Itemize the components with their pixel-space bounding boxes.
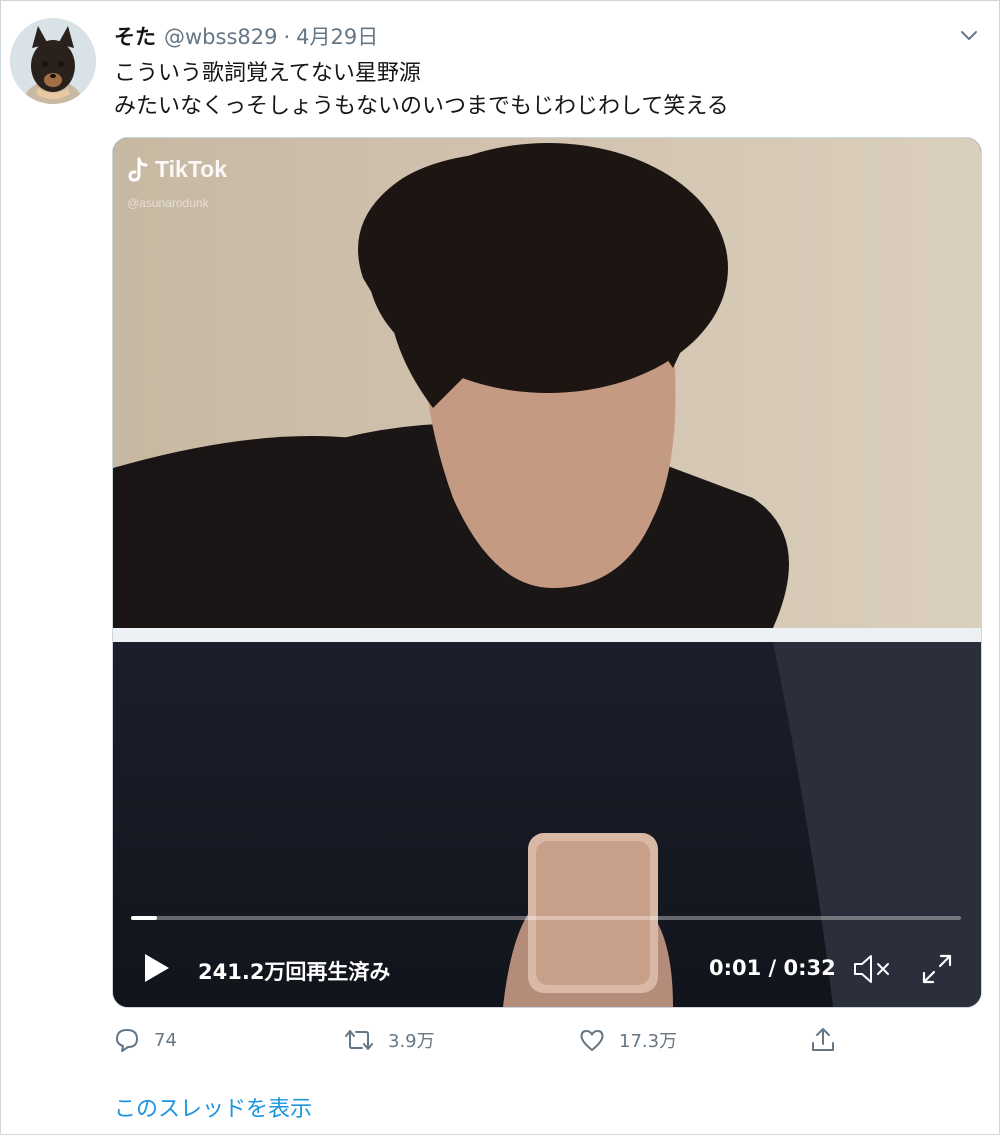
tweet-card: そた @wbss829 · 4月29日 こういう歌詞覚えてない星野源 みたいなく…: [0, 0, 1000, 1135]
tiktok-username: @asunarodunk: [127, 196, 209, 210]
like-count: 17.3万: [619, 1031, 678, 1052]
video-frame: [113, 138, 981, 1007]
reply-icon: [116, 1029, 138, 1052]
mute-icon[interactable]: [851, 952, 895, 986]
tweet-actions: 74 3.9万 17.3万: [1, 1026, 1000, 1062]
fullscreen-icon[interactable]: [919, 951, 955, 987]
tweet-text-line: みたいなくっそしょうもないのいつまでもじわじわして笑える: [114, 94, 729, 119]
tweet-text: こういう歌詞覚えてない星野源 みたいなくっそしょうもないのいつまでもじわじわして…: [114, 57, 974, 123]
retweet-icon: [345, 1030, 373, 1050]
show-thread-link[interactable]: このスレッドを表示: [114, 1091, 312, 1123]
video-progress-fill: [131, 916, 157, 920]
tiktok-brand: TikTok: [155, 156, 227, 182]
tweet-header: そた @wbss829 · 4月29日: [114, 21, 378, 53]
avatar-image: [10, 18, 96, 104]
share-button[interactable]: [809, 1026, 837, 1054]
video-progress-bar[interactable]: [131, 916, 961, 920]
tiktok-logo-icon: [128, 157, 148, 182]
retweet-count: 3.9万: [388, 1031, 435, 1052]
retweet-button[interactable]: 3.9万: [343, 1026, 435, 1054]
video-player[interactable]: TikTok @asunarodunk 241.2万回再生済み 0:01 / 0…: [112, 137, 982, 1008]
author-name[interactable]: そた: [114, 21, 156, 51]
play-icon[interactable]: [139, 951, 173, 985]
tiktok-watermark: TikTok: [127, 156, 227, 183]
like-button[interactable]: 17.3万: [578, 1026, 677, 1054]
reply-count: 74: [154, 1029, 177, 1051]
tweet-date[interactable]: 4月29日: [296, 21, 378, 51]
avatar[interactable]: [10, 18, 96, 104]
heart-icon: [580, 1030, 604, 1051]
separator-dot: ·: [283, 25, 291, 49]
share-icon: [812, 1028, 834, 1051]
video-timecode: 0:01 / 0:32: [709, 956, 836, 980]
author-handle[interactable]: @wbss829: [164, 25, 277, 49]
tweet-text-line: こういう歌詞覚えてない星野源: [114, 61, 421, 86]
reply-button[interactable]: 74: [113, 1026, 177, 1054]
chevron-down-icon[interactable]: [956, 25, 982, 45]
view-count: 241.2万回再生済み: [198, 960, 391, 984]
